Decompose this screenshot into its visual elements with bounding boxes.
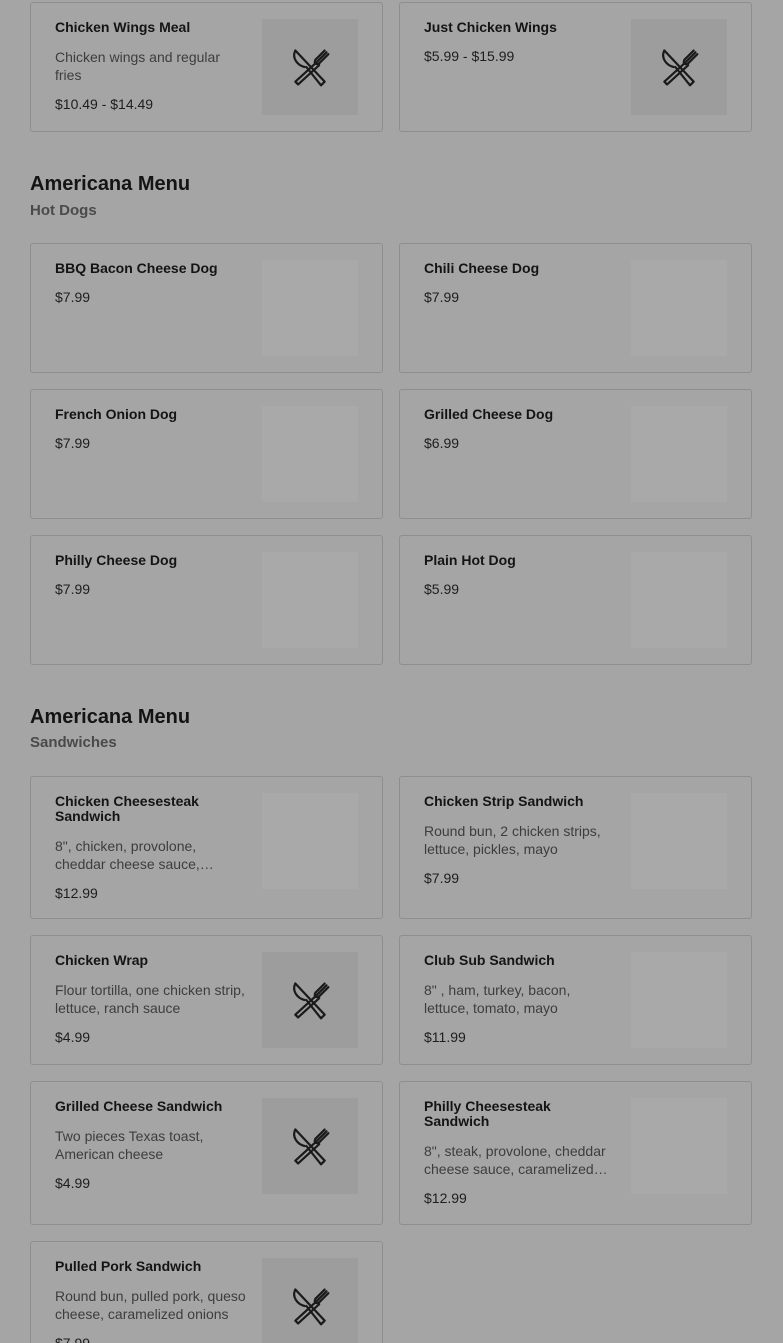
item-image [262,1258,358,1343]
item-name: BBQ Bacon Cheese Dog [55,260,218,276]
menu-item-card[interactable]: Chicken Wings Meal Chicken wings and reg… [30,2,383,132]
item-name: Plain Hot Dog [424,552,516,568]
item-image [262,406,358,502]
item-image [631,260,727,356]
menu-item-card[interactable]: Club Sub Sandwich 8" , ham, turkey, baco… [399,935,752,1065]
item-name: Chicken Wrap [55,952,149,968]
utensils-icon [662,49,699,87]
item-price: $12.99 [55,885,98,901]
section-subtitle: Hot Dogs [30,202,97,219]
menu-item-card[interactable]: BBQ Bacon Cheese Dog $7.99 [30,243,383,373]
utensils-icon [293,1288,330,1326]
menu-item-card[interactable]: Just Chicken Wings $5.99 - $15.99 [399,2,752,132]
item-image [631,552,727,648]
menu-item-card[interactable]: Philly Cheese Dog $7.99 [30,535,383,665]
section-title: Americana Menu [30,706,191,728]
item-image [262,1098,358,1194]
item-description: Round bun, pulled pork, queso cheese, ca… [55,1288,246,1322]
item-name: Pulled Pork Sandwich [55,1258,202,1274]
item-name: Philly Cheesesteak Sandwich [424,1098,551,1129]
menu-item-card[interactable]: Chili Cheese Dog $7.99 [399,243,752,373]
item-name: Chicken Cheesesteak Sandwich [55,793,199,824]
item-price: $7.99 [55,435,91,451]
menu-item-card[interactable]: Grilled Cheese Sandwich Two pieces Texas… [30,1081,383,1225]
item-price: $7.99 [55,1335,91,1343]
item-price: $4.99 [55,1029,91,1045]
item-price: $12.99 [424,1190,467,1206]
item-price: $10.49 - $14.49 [55,96,154,112]
section-subtitle: Sandwiches [30,734,117,751]
menu-item-card[interactable]: Philly Cheesesteak Sandwich 8", steak, p… [399,1081,752,1225]
item-price: $7.99 [55,289,91,305]
item-description: Flour tortilla, one chicken strip, lettu… [55,982,245,1016]
utensils-icon [293,49,330,87]
menu-item-card[interactable]: Chicken Cheesesteak Sandwich 8", chicken… [30,776,383,919]
item-image [262,952,358,1048]
item-name: Chili Cheese Dog [424,260,540,276]
item-image [262,19,358,115]
item-image [631,406,727,502]
item-name: Chicken Wings Meal [55,19,191,35]
item-image [262,260,358,356]
menu-page: Chicken Wings Meal Chicken wings and reg… [0,0,783,1343]
utensils-icon [293,982,330,1020]
item-name: Grilled Cheese Dog [424,406,554,422]
item-name: French Onion Dog [55,406,178,422]
item-name: Chicken Strip Sandwich [424,793,584,809]
item-price: $11.99 [424,1029,466,1045]
item-price: $6.99 [424,435,460,451]
menu-item-card[interactable]: Plain Hot Dog $5.99 [399,535,752,665]
item-name: Philly Cheese Dog [55,552,178,568]
item-image [631,793,727,889]
section-title: Americana Menu [30,173,191,195]
item-price: $7.99 [424,870,460,886]
menu-item-card[interactable]: French Onion Dog $7.99 [30,389,383,519]
utensils-icon [293,1128,330,1166]
item-price: $7.99 [424,289,460,305]
item-image [262,552,358,648]
item-description: Round bun, 2 chicken strips, lettuce, pi… [424,823,601,857]
item-price: $7.99 [55,581,91,597]
item-name: Club Sub Sandwich [424,952,555,968]
item-name: Grilled Cheese Sandwich [55,1098,223,1114]
item-price: $5.99 - $15.99 [424,48,515,64]
item-image [262,793,358,889]
item-description: 8", chicken, provolone, cheddar cheese s… [55,838,200,872]
item-description: 8" , ham, turkey, bacon, lettuce, tomato… [424,982,571,1016]
item-image [631,19,727,115]
menu-item-card[interactable]: Chicken Wrap Flour tortilla, one chicken… [30,935,383,1065]
menu-item-card[interactable]: Chicken Strip Sandwich Round bun, 2 chic… [399,776,752,919]
item-image [631,952,727,1048]
item-description: Two pieces Texas toast, American cheese [55,1128,204,1162]
item-price: $4.99 [55,1175,91,1191]
item-name: Just Chicken Wings [424,19,557,35]
item-description: 8", steak, provolone, cheddar cheese sau… [424,1143,606,1177]
item-description: Chicken wings and regular fries [55,49,220,83]
item-image [631,1098,727,1194]
menu-item-card[interactable]: Pulled Pork Sandwich Round bun, pulled p… [30,1241,383,1343]
item-price: $5.99 [424,581,460,597]
menu-item-card[interactable]: Grilled Cheese Dog $6.99 [399,389,752,519]
